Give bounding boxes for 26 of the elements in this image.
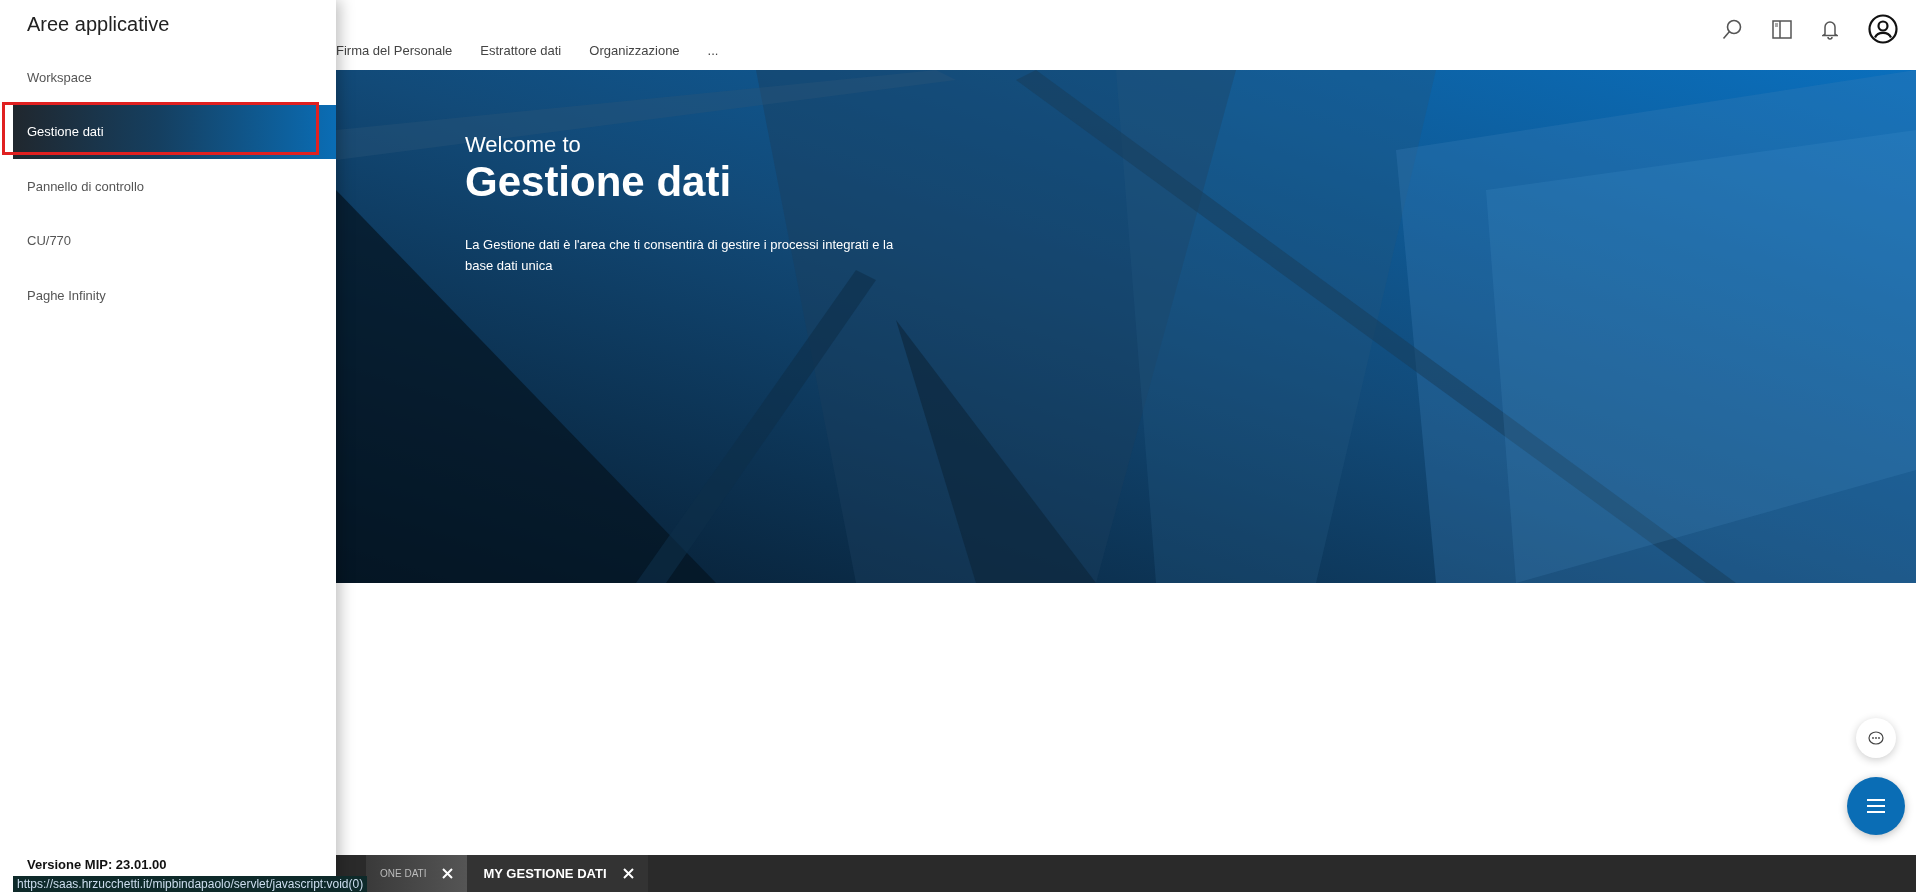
nav-link[interactable]: Organizzazione	[589, 43, 680, 58]
version-label: Versione MIP: 23.01.00	[27, 857, 167, 872]
hero-title: Gestione dati	[465, 158, 733, 206]
nav-link[interactable]: Estrattore dati	[480, 43, 562, 58]
sidebar-item[interactable]: CU/770	[0, 213, 336, 268]
panel-title: Aree applicative	[26, 12, 171, 37]
close-icon[interactable]	[442, 868, 454, 879]
chat-icon	[1868, 731, 1884, 745]
nav-link[interactable]: Firma del Personale	[336, 43, 453, 58]
nav-link[interactable]: ...	[707, 43, 719, 58]
sidebar-item[interactable]: Paghe Infinity	[0, 268, 336, 323]
menu-button[interactable]	[1847, 777, 1905, 835]
url-tooltip: https://saas.hrzucchetti.it/mipbindapaolo/servlet/javascript:void(0)	[13, 876, 368, 892]
search-icon[interactable]	[1722, 18, 1742, 40]
panel-icon[interactable]	[1772, 19, 1792, 39]
welcome-text: Welcome to	[465, 132, 582, 158]
close-icon[interactable]	[622, 868, 634, 879]
sidebar-item[interactable]: Workspace	[0, 50, 336, 105]
sidebar-item[interactable]: Pannello di controllo	[0, 159, 336, 214]
user-icon[interactable]	[1868, 14, 1898, 44]
tab[interactable]: ONE DATI	[366, 855, 468, 892]
bell-icon[interactable]	[1822, 18, 1838, 40]
tab[interactable]: MY GESTIONE DATI	[467, 855, 648, 892]
menu-icon	[1866, 798, 1886, 814]
hero-description: La Gestione dati è l'area che ti consentirà di gestire i processi integrati e la base dati unica	[465, 236, 895, 275]
chat-button[interactable]	[1856, 718, 1896, 758]
